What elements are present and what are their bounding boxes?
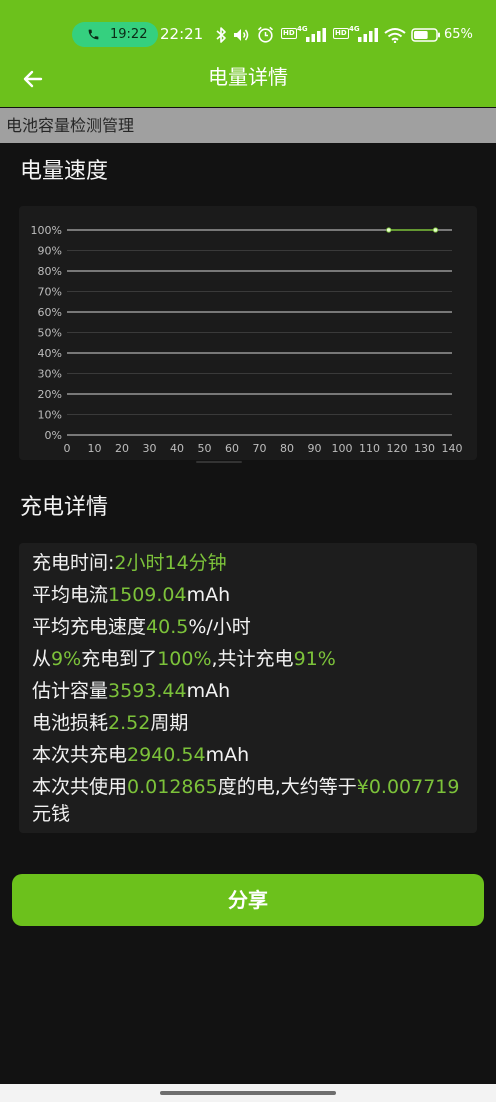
- estimated-capacity-row: 估计容量3593.44mAh: [32, 678, 467, 705]
- share-button[interactable]: 分享: [12, 874, 484, 926]
- x-tick-label: 120: [387, 442, 408, 455]
- average-charge-speed-unit: %/小时: [188, 615, 251, 638]
- session-charged-unit: mAh: [205, 743, 250, 766]
- scroll-indicator: [196, 461, 242, 463]
- average-current-unit: mAh: [186, 583, 231, 606]
- data-point: [432, 227, 439, 233]
- y-tick-label: 90%: [38, 245, 62, 258]
- x-tick-label: 90: [308, 442, 322, 455]
- y-tick-label: 60%: [38, 306, 62, 319]
- y-tick-label: 20%: [38, 388, 62, 401]
- charge-start-value: 9%: [51, 647, 82, 670]
- y-tick-label: 70%: [38, 286, 62, 299]
- details-card: 充电时间:2小时14分钟 平均电流1509.04mAh 平均充电速度40.5%/…: [19, 543, 477, 833]
- cost-value: ¥0.007719: [356, 775, 460, 798]
- charge-total-label: ,共计充电: [211, 647, 294, 670]
- session-charged-label: 本次共充电: [32, 743, 128, 766]
- x-tick-label: 80: [280, 442, 294, 455]
- average-charge-speed-label: 平均充电速度: [32, 615, 147, 638]
- x-tick-label: 100: [332, 442, 353, 455]
- call-timer: 19:22: [110, 27, 148, 42]
- y-tick-label: 0%: [45, 429, 62, 442]
- x-tick-label: 110: [359, 442, 380, 455]
- details-section-title: 充电详情: [20, 495, 109, 520]
- bluetooth-icon: [216, 27, 226, 43]
- x-tick-label: 40: [170, 442, 184, 455]
- battery-fill: [414, 31, 428, 39]
- cost-equivalent-label: 度的电,大约等于: [217, 775, 357, 798]
- home-indicator[interactable]: [160, 1091, 336, 1095]
- estimated-capacity-value: 3593.44: [108, 679, 187, 702]
- gesture-bar: [0, 1084, 496, 1102]
- speed-section-title: 电量速度: [20, 159, 109, 184]
- battery-wear-row: 电池损耗2.52周期: [32, 710, 467, 737]
- charge-time-value: 2小时14分钟: [114, 551, 227, 574]
- battery-wear-value: 2.52: [108, 711, 151, 734]
- session-charged-value: 2940.54: [127, 743, 206, 766]
- energy-used-value: 0.012865: [127, 775, 218, 798]
- estimated-capacity-unit: mAh: [186, 679, 231, 702]
- x-tick-label: 20: [115, 442, 129, 455]
- x-tick-label: 10: [88, 442, 102, 455]
- y-tick-label: 10%: [38, 409, 62, 422]
- status-bar: 19:22 22:21 HD 4G HD 4G 65%: [0, 0, 496, 55]
- x-tick-label: 50: [198, 442, 212, 455]
- y-tick-label: 30%: [38, 368, 62, 381]
- charge-range-middle: 充电到了: [81, 647, 158, 670]
- phone-icon: [88, 29, 99, 40]
- chart-card: 0% 10% 20% 30% 40% 50% 60% 70% 80% 90% 100% 0 10 20 30…: [19, 206, 477, 460]
- x-tick-label: 0: [64, 442, 71, 455]
- battery-level-chart: 0% 10% 20% 30% 40% 50% 60% 70% 80% 90% 100% 0 10 20 30…: [31, 224, 463, 455]
- y-tick-label: 80%: [38, 265, 62, 278]
- energy-used-label: 本次共使用: [32, 775, 128, 798]
- average-current-value: 1509.04: [108, 583, 187, 606]
- cost-unit: 元钱: [32, 802, 71, 825]
- app-bar: 电量详情: [0, 55, 496, 107]
- average-current-label: 平均电流: [32, 583, 109, 606]
- x-tick-label: 70: [253, 442, 267, 455]
- session-charged-row: 本次共充电2940.54mAh: [32, 742, 467, 769]
- estimated-capacity-label: 估计容量: [32, 679, 109, 702]
- signal-icon: [306, 28, 326, 42]
- y-tick-label: 100%: [31, 224, 62, 237]
- charge-total-value: 91%: [293, 647, 336, 670]
- energy-cost-row: 本次共使用0.012865度的电,大约等于¥0.007719 元钱: [32, 774, 467, 828]
- y-tick-label: 50%: [38, 327, 62, 340]
- subheader-bar: 电池容量检测管理: [0, 108, 496, 143]
- charge-end-value: 100%: [157, 647, 212, 670]
- volume-icon: [234, 29, 249, 41]
- charge-range-row: 从9%充电到了100%,共计充电91%: [32, 646, 467, 673]
- signal-icon: [358, 28, 378, 42]
- page-title: 电量详情: [208, 65, 288, 89]
- battery-percent: 65%: [444, 27, 473, 42]
- charge-time-label: 充电时间:: [32, 551, 115, 574]
- data-point: [386, 227, 392, 233]
- average-current-row: 平均电流1509.04mAh: [32, 582, 467, 609]
- wifi-icon: [384, 28, 406, 43]
- x-tick-label: 140: [442, 442, 463, 455]
- alarm-icon: [257, 26, 274, 43]
- sim1-hd-badge: HD: [281, 28, 297, 39]
- average-charge-speed-row: 平均充电速度40.5%/小时: [32, 614, 467, 641]
- charge-range-prefix: 从: [32, 647, 52, 670]
- status-clock: 22:21: [160, 25, 204, 43]
- ongoing-call-pill[interactable]: 19:22: [72, 22, 158, 47]
- charge-time-row: 充电时间:2小时14分钟: [32, 550, 467, 577]
- average-charge-speed-value: 40.5: [146, 615, 189, 638]
- subheader-label: 电池容量检测管理: [6, 116, 135, 135]
- x-tick-label: 60: [225, 442, 239, 455]
- x-tick-label: 130: [414, 442, 435, 455]
- sim2-hd-badge: HD: [333, 28, 349, 39]
- battery-wear-label: 电池损耗: [32, 711, 109, 734]
- x-tick-label: 30: [143, 442, 157, 455]
- y-tick-label: 40%: [38, 347, 62, 360]
- battery-icon: [411, 28, 440, 42]
- battery-wear-unit: 周期: [150, 711, 189, 734]
